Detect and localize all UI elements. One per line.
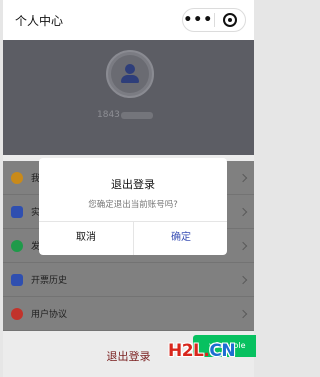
watermark-logo: H2L.CN xyxy=(168,341,236,361)
confirm-button[interactable]: 确定 xyxy=(134,221,227,255)
logout-confirm-dialog: 退出登录 您确定退出当前账号吗? 取消 确定 xyxy=(39,158,227,255)
more-icon[interactable]: ••• xyxy=(183,9,214,31)
dialog-message: 您确定退出当前账号吗? xyxy=(88,200,178,210)
dialog-title: 退出登录 xyxy=(111,178,155,191)
personal-center-page: 个人中心 ••• 1843 我 实 发 开票历史 用户协议 退出登录 退出登录 … xyxy=(3,0,254,377)
page-title: 个人中心 xyxy=(15,14,64,28)
cancel-button[interactable]: 取消 xyxy=(39,221,133,255)
mini-program-capsule: ••• xyxy=(182,8,246,32)
mini-program-close-icon[interactable] xyxy=(215,13,246,27)
nav-bar: 个人中心 ••• xyxy=(3,0,254,40)
